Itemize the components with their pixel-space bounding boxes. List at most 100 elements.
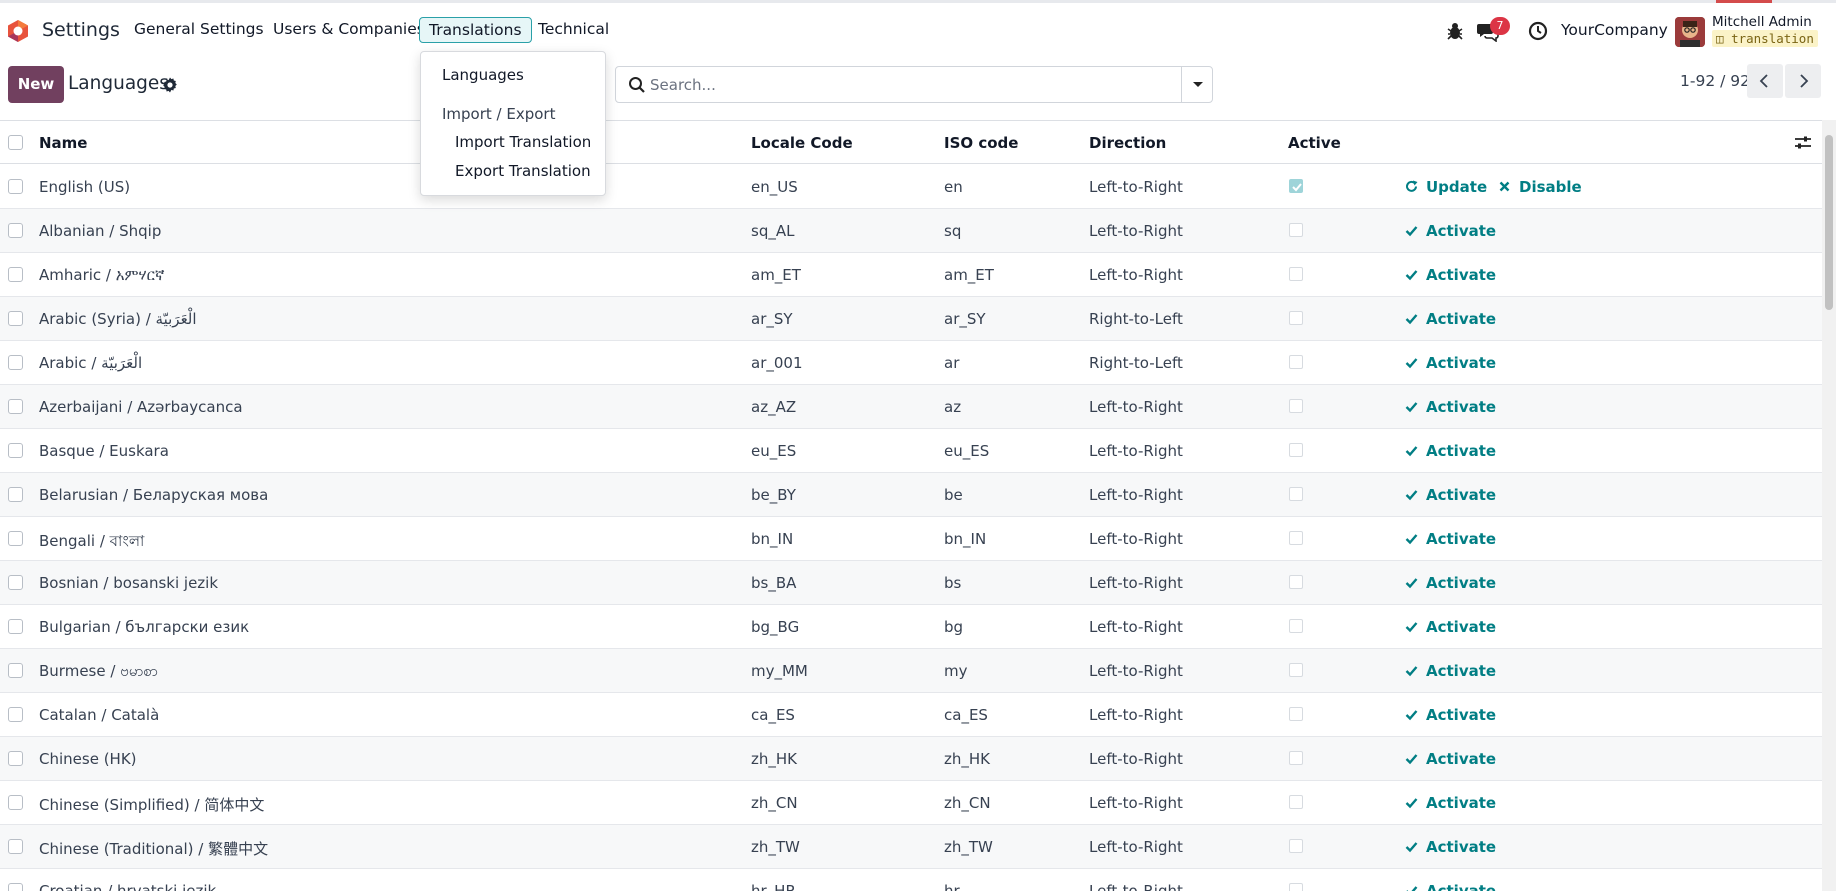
- table-row[interactable]: Croatian / hrvatski jezik hr_HR hr Left-to-…: [0, 869, 1822, 891]
- table-row[interactable]: Chinese (HK) zh_HK zh_HK Left-to-Right Activ…: [0, 737, 1822, 781]
- table-row[interactable]: Chinese (Simplified) / 简体中文 zh_CN zh_CN Lef…: [0, 781, 1822, 825]
- activate-button[interactable]: Activate: [1405, 706, 1496, 724]
- window-edge-accent: [1716, 0, 1772, 3]
- gear-icon[interactable]: [162, 77, 178, 93]
- page-title[interactable]: Languages: [68, 73, 169, 94]
- language-name: Arabic / الْعَرَبيّة: [39, 354, 143, 372]
- menu-technical[interactable]: Technical: [538, 20, 609, 38]
- disable-button[interactable]: Disable: [1498, 178, 1582, 196]
- search-options-toggle[interactable]: [1181, 67, 1213, 102]
- user-avatar[interactable]: [1675, 17, 1705, 47]
- row-select-checkbox[interactable]: [8, 575, 23, 590]
- column-header-direction[interactable]: Direction: [1089, 134, 1166, 152]
- iso-code: hr: [944, 882, 960, 891]
- row-select-checkbox[interactable]: [8, 751, 23, 766]
- activate-button[interactable]: Activate: [1405, 310, 1496, 328]
- table-row[interactable]: Chinese (Traditional) / 繁體中文 zh_TW zh_TW Le…: [0, 825, 1822, 869]
- search-input[interactable]: [650, 68, 1170, 101]
- table-row[interactable]: Basque / Euskara eu_ES eu_ES Left-to-Right A…: [0, 429, 1822, 473]
- table-row[interactable]: Bosnian / bosanski jezik bs_BA bs Left-to-R…: [0, 561, 1822, 605]
- row-select-checkbox[interactable]: [8, 443, 23, 458]
- table-row[interactable]: Arabic (Syria) / الْعَرَبيّة ar_SY ar_SY Ri…: [0, 297, 1822, 341]
- menu-item-languages[interactable]: Languages: [442, 66, 524, 84]
- row-select-checkbox[interactable]: [8, 839, 23, 854]
- row-select-checkbox[interactable]: [8, 311, 23, 326]
- table-row[interactable]: Belarusian / Беларуская мова be_BY be Left-…: [0, 473, 1822, 517]
- column-header-active[interactable]: Active: [1288, 134, 1341, 152]
- activate-label: Activate: [1426, 266, 1497, 284]
- activate-button[interactable]: Activate: [1405, 618, 1496, 636]
- activate-button[interactable]: Activate: [1405, 486, 1496, 504]
- activate-button[interactable]: Activate: [1405, 838, 1496, 856]
- language-name: Bulgarian / български език: [39, 618, 250, 636]
- row-select-checkbox[interactable]: [8, 663, 23, 678]
- table-row[interactable]: Azerbaijani / Azərbaycanca az_AZ az Left-to…: [0, 385, 1822, 429]
- table-row[interactable]: Catalan / Català ca_ES ca_ES Left-to-Right A…: [0, 693, 1822, 737]
- table-row[interactable]: Bengali / বাংলা bn_IN bn_IN Left-to-Right Ac…: [0, 517, 1822, 561]
- vertical-scrollbar[interactable]: [1822, 120, 1836, 891]
- app-title[interactable]: Settings: [42, 19, 120, 41]
- column-header-iso-code[interactable]: ISO code: [944, 134, 1018, 152]
- bug-icon[interactable]: [1444, 20, 1466, 42]
- activate-button[interactable]: Activate: [1405, 574, 1496, 592]
- iso-code: bn_IN: [944, 530, 987, 548]
- table-row[interactable]: Arabic / الْعَرَبيّة ar_001 ar Right-to-Lef…: [0, 341, 1822, 385]
- company-switcher[interactable]: YourCompany: [1561, 21, 1668, 39]
- app-logo-icon[interactable]: [6, 19, 30, 43]
- menu-users-companies[interactable]: Users & Companies: [273, 20, 425, 38]
- locale-code: bn_IN: [751, 530, 794, 548]
- row-select-checkbox[interactable]: [8, 267, 23, 282]
- row-select-checkbox[interactable]: [8, 795, 23, 810]
- language-name: Chinese (Traditional) / 繁體中文: [39, 840, 269, 858]
- activate-button[interactable]: Activate: [1405, 882, 1496, 891]
- new-button[interactable]: New: [8, 66, 64, 103]
- translations-dropdown: Languages Import / Export Import Transla…: [420, 51, 606, 196]
- activate-label: Activate: [1426, 574, 1497, 592]
- menu-translations[interactable]: Translations: [419, 17, 532, 43]
- table-row[interactable]: Bulgarian / български език bg_BG bg Left-to…: [0, 605, 1822, 649]
- row-select-checkbox[interactable]: [8, 883, 23, 891]
- activate-button[interactable]: Activate: [1405, 222, 1496, 240]
- table-row[interactable]: Amharic / አምሃርኛ am_ET am_ET Left-to-Right Ac…: [0, 253, 1822, 297]
- row-select-checkbox[interactable]: [8, 223, 23, 238]
- select-all-checkbox[interactable]: [8, 135, 23, 150]
- table-row[interactable]: Albanian / Shqip sq_AL sq Left-to-Right Acti…: [0, 209, 1822, 253]
- table-row[interactable]: English (US) en_US en Left-to-Right Update Di…: [0, 165, 1822, 209]
- row-select-checkbox[interactable]: [8, 531, 23, 546]
- menu-item-import-translation[interactable]: Import Translation: [455, 133, 591, 151]
- scrollbar-thumb[interactable]: [1825, 135, 1833, 310]
- row-select-checkbox[interactable]: [8, 179, 23, 194]
- locale-code: ca_ES: [751, 706, 795, 724]
- table-row[interactable]: Burmese / ဗမာစာ my_MM my Left-to-Right Activ…: [0, 649, 1822, 693]
- menu-item-export-translation[interactable]: Export Translation: [455, 162, 591, 180]
- language-name: Bengali / বাংলা: [39, 532, 145, 550]
- language-name: Azerbaijani / Azərbaycanca: [39, 398, 243, 416]
- activate-button[interactable]: Activate: [1405, 530, 1496, 548]
- active-checkbox: [1289, 707, 1303, 721]
- check-icon: [1405, 618, 1426, 636]
- row-select-checkbox[interactable]: [8, 619, 23, 634]
- language-name: Arabic (Syria) / الْعَرَبيّة: [39, 310, 197, 328]
- activate-button[interactable]: Activate: [1405, 442, 1496, 460]
- clock-icon[interactable]: [1527, 20, 1549, 42]
- activate-button[interactable]: Activate: [1405, 750, 1496, 768]
- pager-value[interactable]: 1-92 / 92: [1680, 72, 1750, 90]
- row-select-checkbox[interactable]: [8, 399, 23, 414]
- activate-button[interactable]: Activate: [1405, 398, 1496, 416]
- activate-button[interactable]: Activate: [1405, 794, 1496, 812]
- column-header-name[interactable]: Name: [39, 134, 87, 152]
- column-header-locale-code[interactable]: Locale Code: [751, 134, 853, 152]
- locale-code: zh_CN: [751, 794, 798, 812]
- optional-columns-icon[interactable]: [1794, 134, 1812, 152]
- user-name[interactable]: Mitchell Admin: [1712, 14, 1812, 30]
- row-select-checkbox[interactable]: [8, 707, 23, 722]
- row-select-checkbox[interactable]: [8, 355, 23, 370]
- update-button[interactable]: Update: [1405, 178, 1487, 196]
- activate-button[interactable]: Activate: [1405, 354, 1496, 372]
- menu-general-settings[interactable]: General Settings: [134, 20, 264, 38]
- pager-next-button[interactable]: [1785, 64, 1821, 98]
- row-select-checkbox[interactable]: [8, 487, 23, 502]
- pager-previous-button[interactable]: [1747, 64, 1783, 98]
- activate-button[interactable]: Activate: [1405, 266, 1496, 284]
- activate-button[interactable]: Activate: [1405, 662, 1496, 680]
